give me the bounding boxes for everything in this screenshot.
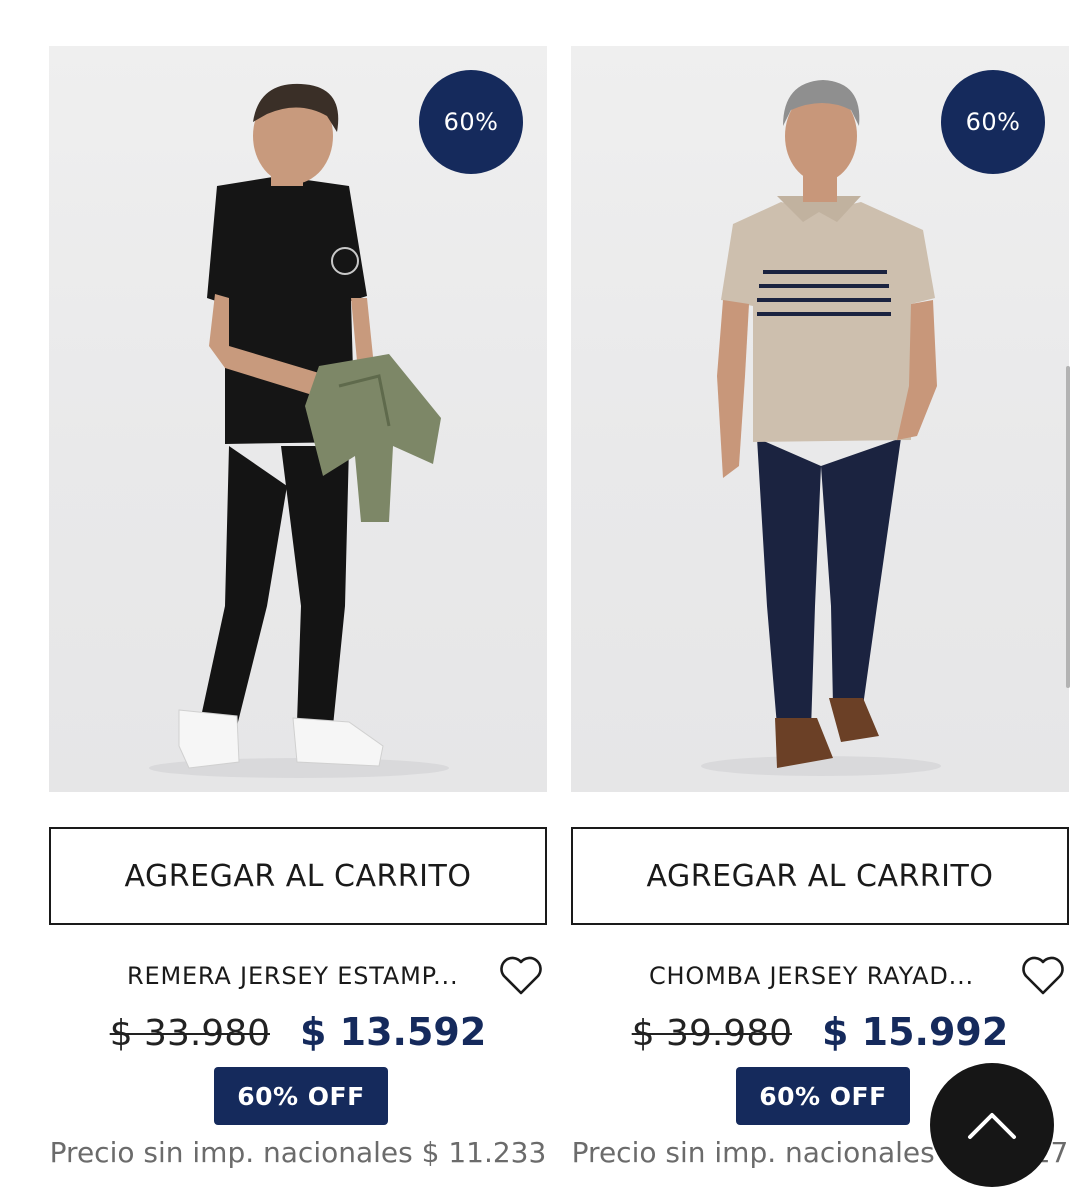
original-price: $ 39.980 [631, 1013, 792, 1054]
product-card[interactable]: 60% AGREGAR AL CARRITO REMERA JERSEY EST… [49, 46, 547, 1169]
product-name-row: CHOMBA JERSEY RAYAD... [571, 956, 1069, 996]
add-to-cart-button[interactable]: AGREGAR AL CARRITO [49, 827, 547, 925]
discount-badge: 60% [419, 70, 523, 174]
product-card[interactable]: 60% AGREGAR AL CARRITO CHOMBA JERSEY RAY… [571, 46, 1069, 1169]
back-to-top-button[interactable] [930, 1063, 1054, 1187]
heart-icon[interactable] [1021, 956, 1065, 996]
discount-badge: 60% [941, 70, 1045, 174]
price-without-taxes: Precio sin imp. nacionales $ 11.233 [49, 1136, 547, 1169]
product-name[interactable]: REMERA JERSEY ESTAMP... [127, 962, 467, 990]
discount-off-badge: 60% OFF [736, 1067, 910, 1125]
scrollbar-thumb[interactable] [1066, 366, 1070, 688]
sale-price: $ 15.992 [822, 1010, 1009, 1054]
sale-price: $ 13.592 [300, 1010, 487, 1054]
product-image[interactable]: 60% [49, 46, 547, 792]
original-price: $ 33.980 [109, 1013, 270, 1054]
add-to-cart-button[interactable]: AGREGAR AL CARRITO [571, 827, 1069, 925]
product-name[interactable]: CHOMBA JERSEY RAYAD... [649, 962, 989, 990]
product-image[interactable]: 60% [571, 46, 1069, 792]
chevron-up-icon [968, 1113, 1016, 1139]
price-row: $ 33.980 $ 13.592 [49, 1010, 547, 1054]
product-name-row: REMERA JERSEY ESTAMP... [49, 956, 547, 996]
discount-off-badge: 60% OFF [214, 1067, 388, 1125]
price-row: $ 39.980 $ 15.992 [571, 1010, 1069, 1054]
heart-icon[interactable] [499, 956, 543, 996]
